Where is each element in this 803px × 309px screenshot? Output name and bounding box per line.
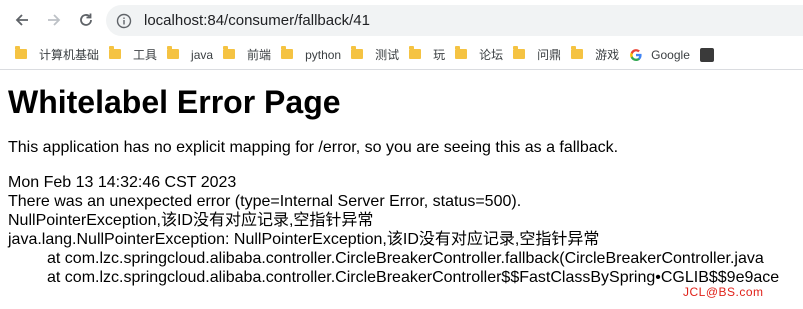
folder-icon [281, 45, 294, 59]
bookmark-folder[interactable]: 问鼎 [511, 43, 569, 67]
bookmark-folder[interactable]: 前端 [221, 43, 279, 67]
page-content: Whitelabel Error Page This application h… [0, 82, 803, 287]
stack-trace-line: java.lang.NullPointerException: NullPoin… [8, 231, 600, 248]
folder-icon [571, 45, 584, 59]
reload-button[interactable] [74, 8, 98, 32]
folder-icon [513, 45, 526, 59]
bookmark-folder[interactable]: 论坛 [453, 43, 511, 67]
error-message: This application has no explicit mapping… [8, 139, 619, 156]
bookmark-folder[interactable]: 计算机基础 [13, 43, 107, 67]
bookmark-google[interactable]: Google [627, 43, 698, 67]
info-icon[interactable] [116, 13, 132, 29]
address-bar[interactable]: localhost:84/consumer/fallback/41 [106, 5, 803, 36]
error-timestamp: Mon Feb 13 14:32:46 CST 2023 [8, 174, 237, 191]
error-details: Mon Feb 13 14:32:46 CST 2023 There was a… [8, 173, 795, 287]
bookmark-folder[interactable]: 工具 [107, 43, 165, 67]
folder-icon [15, 45, 27, 59]
bookmark-folder[interactable]: java [165, 43, 221, 67]
folder-icon [455, 45, 468, 59]
bookmark-folder[interactable]: 测试 [349, 43, 407, 67]
stack-trace-line: at com.lzc.springcloud.alibaba.controlle… [47, 250, 764, 267]
error-summary: There was an unexpected error (type=Inte… [8, 193, 522, 210]
forward-button[interactable] [42, 8, 66, 32]
bookmark-folder[interactable]: 玩 [407, 43, 453, 67]
exception-message: NullPointerException,该ID没有对应记录,空指针异常 [8, 212, 374, 229]
bookmark-folder[interactable]: python [279, 43, 349, 67]
folder-icon [409, 45, 422, 59]
arrow-left-icon [15, 14, 28, 26]
folder-icon [167, 45, 180, 59]
site-favicon-icon [699, 47, 714, 62]
page-title: Whitelabel Error Page [8, 84, 341, 120]
browser-toolbar: localhost:84/consumer/fallback/41 [0, 0, 803, 40]
bookmark-folder[interactable]: 游戏 [569, 43, 627, 67]
watermark: JCL@BS.com [683, 285, 764, 299]
folder-icon [351, 45, 364, 59]
arrow-right-icon [48, 14, 61, 26]
back-button[interactable] [10, 8, 34, 32]
reload-icon [80, 13, 92, 26]
stack-trace-line: at com.lzc.springcloud.alibaba.controlle… [47, 269, 780, 286]
folder-icon [109, 45, 122, 59]
folder-icon [223, 45, 236, 59]
bookmark-item[interactable] [698, 43, 722, 67]
url-text[interactable]: localhost:84/consumer/fallback/41 [144, 12, 370, 29]
google-icon [630, 48, 642, 61]
bookmarks-bar: 计算机基础 工具 java 前端 python 测试 玩 论坛 问鼎 游戏 Go… [0, 40, 803, 70]
